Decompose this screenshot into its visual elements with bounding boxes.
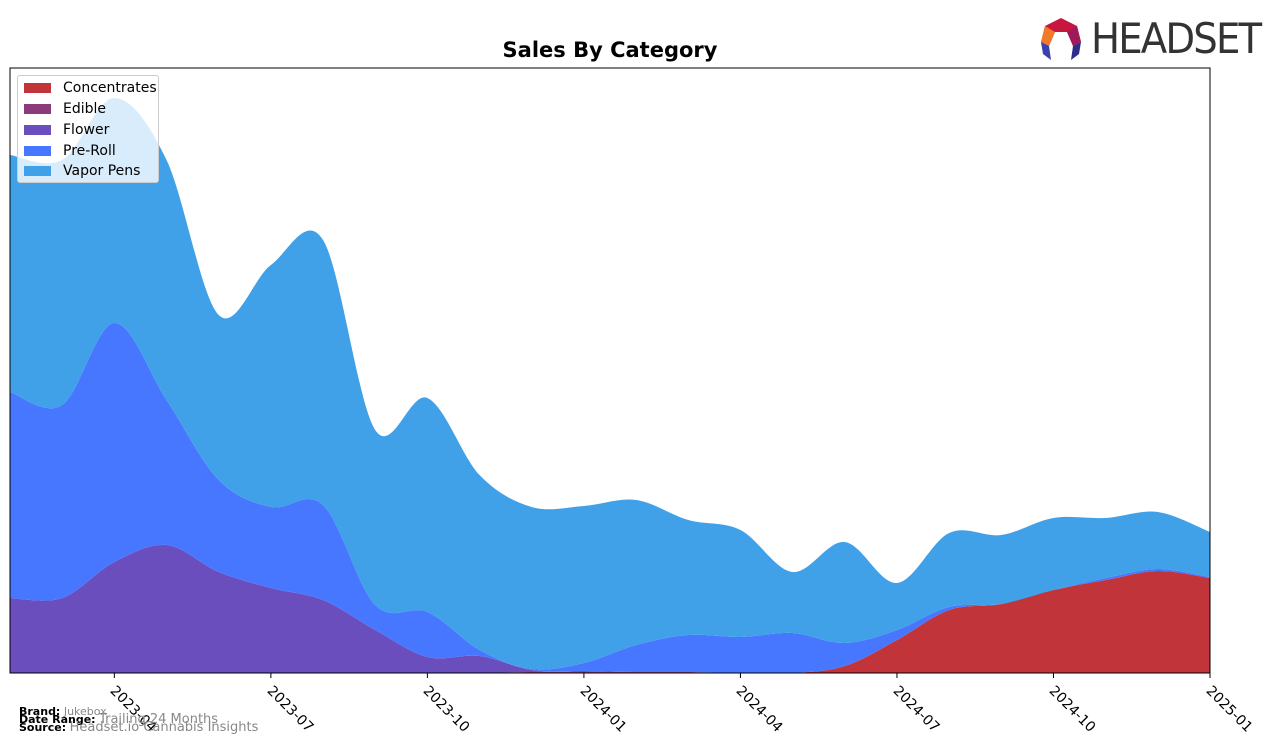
legend-label: Flower	[63, 122, 110, 138]
source-value: Headset.io Cannabis Insights	[69, 720, 259, 735]
legend-item-vapor-pens: Vapor Pens	[24, 162, 140, 180]
legend-swatch-concentrates	[24, 83, 51, 93]
legend-swatch-vapor-pens	[24, 166, 51, 176]
headset-logo-icon	[1041, 17, 1081, 60]
legend-item-pre-roll: Pre-Roll	[24, 142, 116, 160]
source-label: Source:	[19, 721, 67, 734]
legend-item-edible: Edible	[24, 100, 106, 118]
legend-label: Concentrates	[63, 80, 157, 96]
legend-item-concentrates: Concentrates	[24, 79, 157, 97]
footer-source: Source: Headset.io Cannabis Insights	[19, 721, 258, 734]
stacked-area-chart	[9, 67, 1211, 678]
legend-swatch-pre-roll	[24, 146, 51, 156]
legend-swatch-flower	[24, 125, 51, 135]
headset-logo: HEADSET	[1037, 14, 1275, 63]
x-ticks	[113, 673, 1211, 678]
legend-label: Vapor Pens	[63, 163, 141, 179]
headset-logo-text: HEADSET	[1091, 14, 1262, 63]
legend-swatch-edible	[24, 104, 51, 114]
legend-label: Pre-Roll	[63, 143, 116, 159]
legend-item-flower: Flower	[24, 121, 109, 139]
legend: Concentrates Edible Flower Pre-Roll Vapo…	[17, 75, 159, 183]
area-layers	[10, 98, 1210, 674]
legend-label: Edible	[63, 101, 107, 117]
